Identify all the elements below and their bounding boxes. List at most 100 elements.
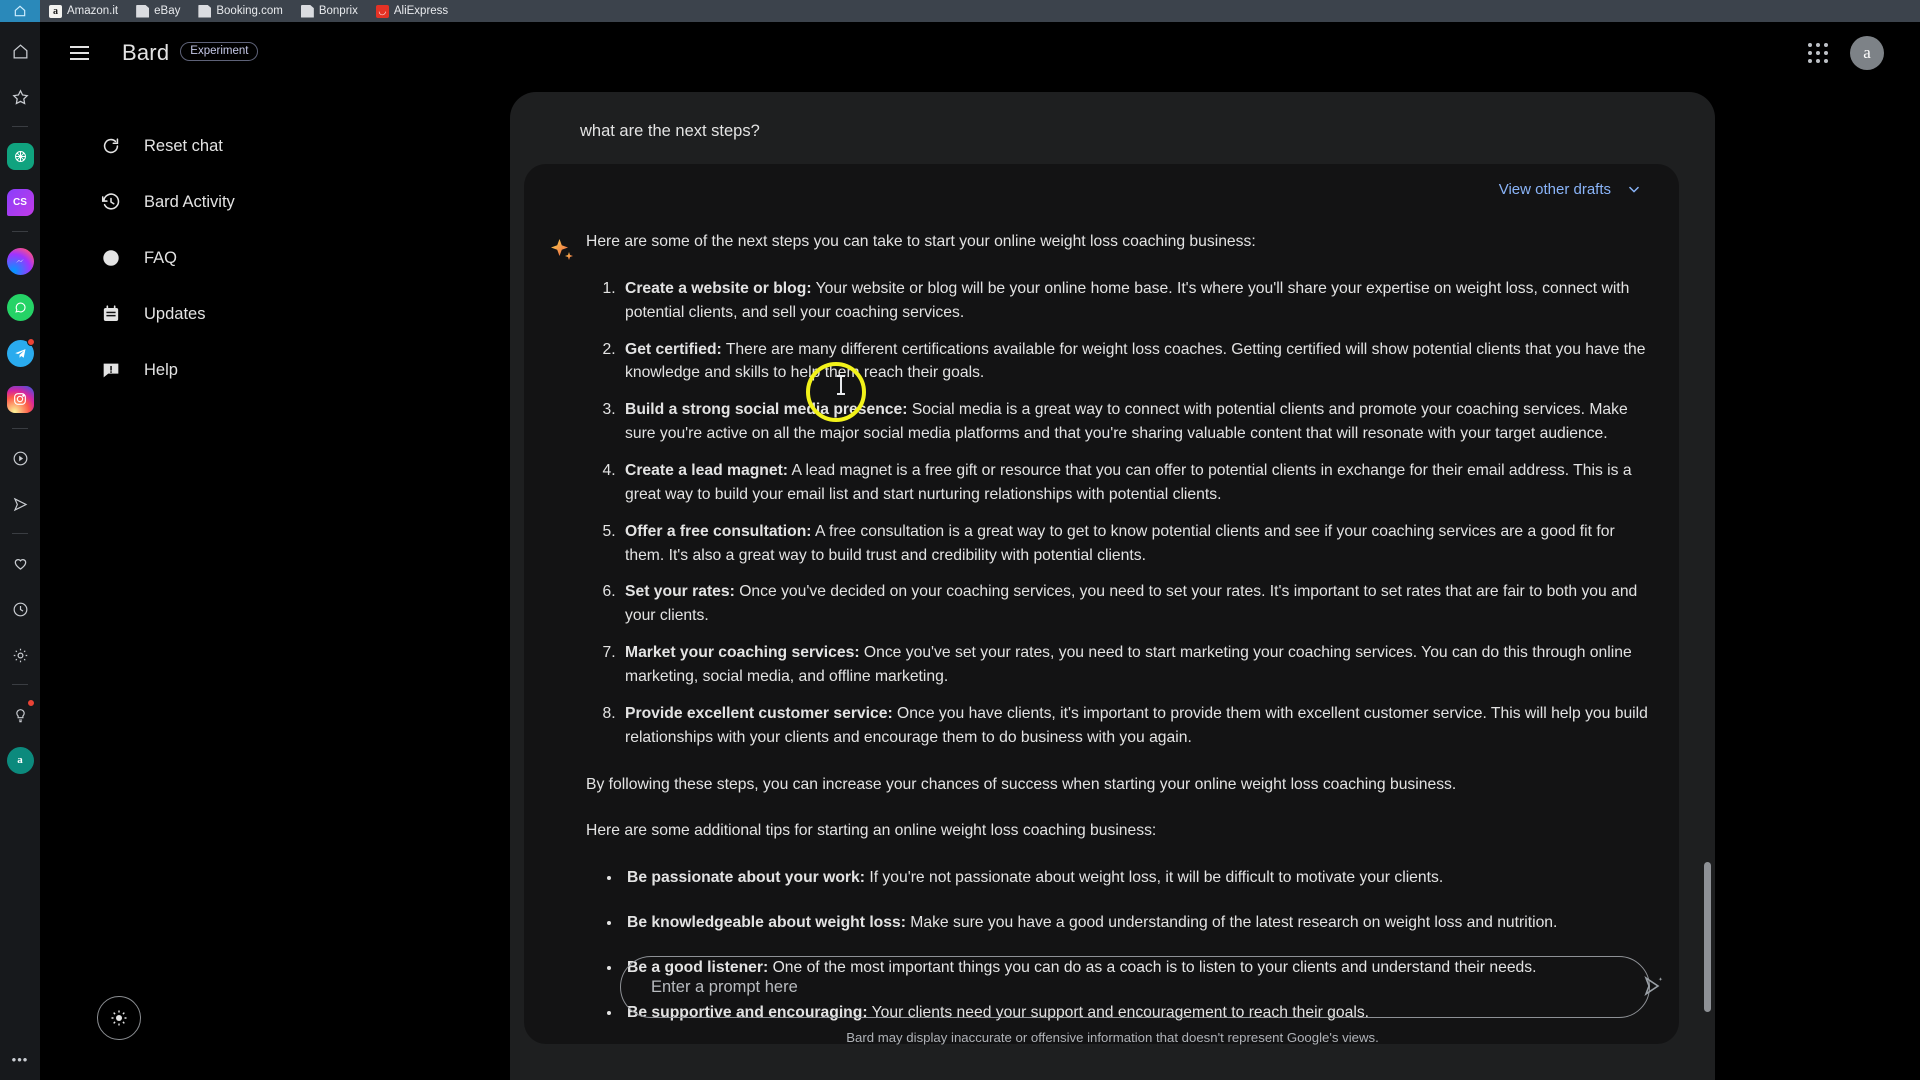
response-body: Here are some of the next steps you can …: [586, 230, 1652, 1044]
step-list-item-title: Create a lead magnet:: [625, 462, 789, 480]
step-list-item-title: Set your rates:: [625, 583, 735, 601]
question-mark-icon: ?: [100, 247, 122, 269]
step-list-item-title: Market your coaching services:: [625, 644, 860, 662]
rail-divider: [12, 428, 28, 429]
rail-overflow-menu[interactable]: •••: [5, 1044, 35, 1074]
rail-item-instagram[interactable]: [5, 384, 35, 414]
rail-divider: [12, 533, 28, 534]
step-list-item-text: There are many different certifications …: [625, 340, 1646, 382]
sidebar-item-label: Reset chat: [144, 136, 223, 155]
bookmark-item[interactable]: Booking.com: [189, 0, 291, 22]
step-list-item: Create a lead magnet: A lead magnet is a…: [620, 459, 1652, 507]
prompt-placeholder: Enter a prompt here: [651, 977, 798, 996]
tip-list-item-text: Make sure you have a good understanding …: [905, 914, 1558, 932]
rail-item-play[interactable]: [5, 443, 35, 473]
tip-list-item: Be passionate about your work: If you're…: [622, 866, 1652, 890]
step-list-item: Create a website or blog: Your website o…: [620, 277, 1652, 325]
avatar[interactable]: a: [1850, 36, 1884, 70]
rail-divider: [12, 231, 28, 232]
step-list-item: Market your coaching services: Once you'…: [620, 641, 1652, 689]
sidebar-item-label: Updates: [144, 304, 206, 323]
tip-list-item-text: If you're not passionate about weight lo…: [864, 869, 1444, 887]
step-list-item-title: Build a strong social media presence:: [625, 401, 908, 419]
rail-item-star[interactable]: [5, 82, 35, 112]
sidebar-item-reset-chat[interactable]: Reset chat: [54, 118, 354, 174]
calendar-icon: [100, 303, 122, 325]
step-list-item-title: Offer a free consultation:: [625, 522, 812, 540]
bookmark-label: Bonprix: [318, 5, 358, 17]
bookmark-item[interactable]: eBay: [127, 0, 189, 22]
response-closing: By following these steps, you can increa…: [586, 775, 1457, 793]
step-list-item: Build a strong social media presence: So…: [620, 398, 1652, 446]
aliexpress-favicon: ◡: [375, 4, 389, 18]
generic-page-favicon: [136, 5, 149, 18]
sidebar-item-bard-activity[interactable]: Bard Activity: [54, 174, 354, 230]
rail-item-whatsapp[interactable]: [5, 292, 35, 322]
rail-item-settings[interactable]: [5, 640, 35, 670]
bookmark-item[interactable]: ◡ AliExpress: [367, 0, 457, 22]
send-button[interactable]: [1641, 974, 1667, 1000]
hamburger-icon[interactable]: [70, 38, 100, 68]
user-prompt-text: what are the next steps?: [580, 122, 760, 140]
rail-item-openai[interactable]: [5, 141, 35, 171]
feedback-alert-icon: [100, 359, 122, 381]
tip-list-item-title: Be knowledgeable about weight loss:: [627, 914, 906, 932]
app-header: Bard Experiment a: [40, 22, 1920, 84]
bookmark-item[interactable]: a Amazon.it: [40, 0, 127, 22]
chevron-down-icon: [1625, 180, 1643, 198]
step-list-item-text: Once you've decided on your coaching ser…: [625, 583, 1638, 625]
bard-app: Bard Experiment a Reset chat Bard Activit…: [40, 22, 1920, 1080]
app-rail: CS a •••: [0, 22, 40, 1080]
response-intro: Here are some of the next steps you can …: [586, 233, 1256, 250]
vertical-scrollbar[interactable]: [1704, 862, 1711, 1012]
rail-item-ideas[interactable]: [5, 699, 35, 729]
notification-badge: [27, 338, 35, 346]
rail-item-favorites[interactable]: [5, 548, 35, 578]
rail-divider: [12, 684, 28, 685]
prompt-input[interactable]: Enter a prompt here: [620, 956, 1650, 1018]
disclaimer-text: Bard may display inaccurate or offensive…: [846, 1030, 1379, 1045]
sidebar-item-updates[interactable]: Updates: [54, 286, 354, 342]
rail-item-messenger[interactable]: [5, 246, 35, 276]
step-list-item: Provide excellent customer service: Once…: [620, 702, 1652, 750]
apps-grid-icon[interactable]: [1808, 43, 1828, 63]
bookmark-label: eBay: [154, 5, 181, 17]
view-other-drafts-button[interactable]: View other drafts: [1499, 180, 1643, 198]
rail-item-home[interactable]: [5, 36, 35, 66]
whatsapp-icon: [6, 293, 34, 321]
rail-item-send[interactable]: [5, 489, 35, 519]
home-icon[interactable]: [0, 0, 40, 22]
response-card: View other drafts Here are some of the n…: [524, 164, 1679, 1044]
tip-list-item-title: Be passionate about your work:: [627, 869, 865, 887]
generic-page-favicon: [198, 5, 211, 18]
sidebar-item-help[interactable]: Help: [54, 342, 354, 398]
instagram-icon: [6, 385, 34, 413]
generic-page-favicon: [301, 5, 314, 18]
rail-item-cs[interactable]: CS: [5, 187, 35, 217]
svg-text:?: ?: [108, 254, 114, 265]
theme-toggle-button[interactable]: [97, 996, 141, 1040]
rail-item-amazon[interactable]: a: [5, 745, 35, 775]
history-icon: [100, 191, 122, 213]
sidebar-item-faq[interactable]: ? FAQ: [54, 230, 354, 286]
notification-badge: [27, 699, 35, 707]
rail-divider: [12, 126, 28, 127]
amazon-favicon: a: [49, 4, 62, 18]
tip-list-item: Be knowledgeable about weight loss: Make…: [622, 911, 1652, 935]
openai-icon: [6, 142, 34, 170]
cs-app-icon: CS: [6, 188, 34, 216]
rail-item-history[interactable]: [5, 594, 35, 624]
tips-intro: Here are some additional tips for starti…: [586, 822, 1157, 840]
conversation-panel: what are the next steps? View other draf…: [510, 92, 1715, 1080]
step-list-item: Offer a free consultation: A free consul…: [620, 520, 1652, 568]
bookmark-item[interactable]: Bonprix: [292, 0, 367, 22]
bard-sparkle-icon: [550, 238, 576, 264]
step-list-item-title: Get certified:: [625, 340, 722, 358]
rail-item-telegram[interactable]: [5, 338, 35, 368]
step-list-item-title: Create a website or blog:: [625, 279, 812, 297]
amazon-icon: a: [6, 746, 34, 774]
bookmark-label: AliExpress: [393, 5, 449, 17]
sidebar-item-label: Help: [144, 360, 178, 379]
page-title: Bard: [122, 40, 170, 65]
reset-icon: [100, 135, 122, 157]
